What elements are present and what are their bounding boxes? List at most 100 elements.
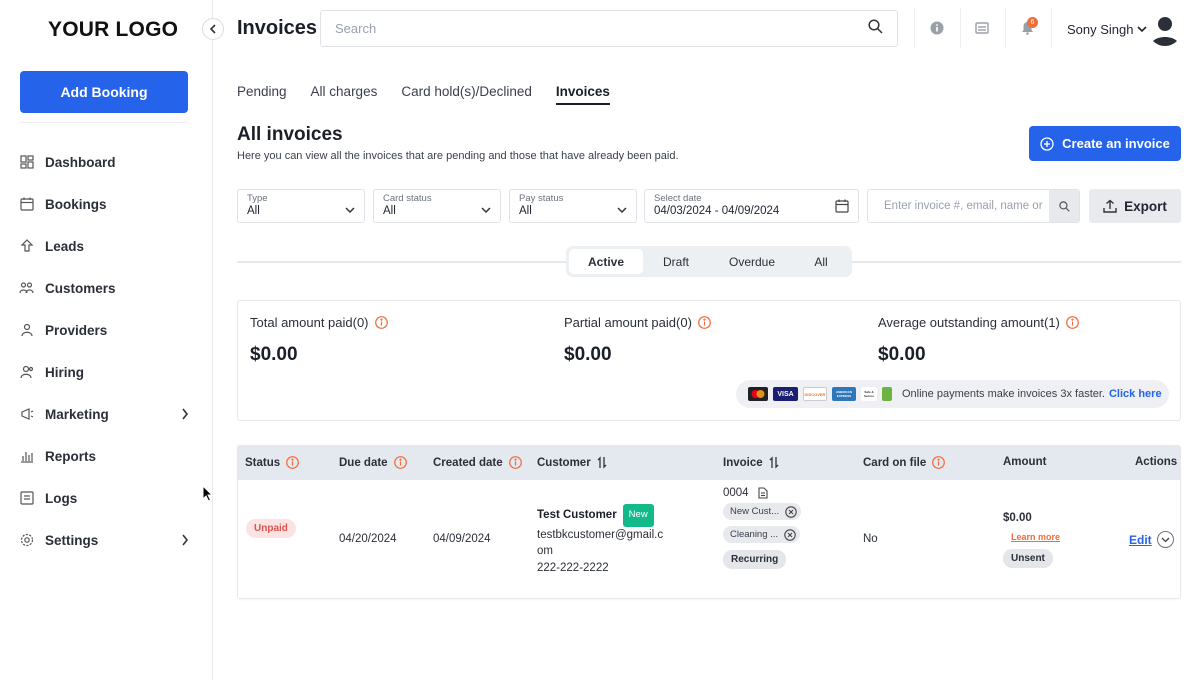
- create-invoice-label: Create an invoice: [1062, 136, 1170, 151]
- summary-card: Total amount paid(0) $0.00 Partial amoun…: [237, 300, 1181, 421]
- filter-label: Type: [247, 193, 268, 204]
- date-range-filter[interactable]: Select date 04/03/2024 - 04/09/2024: [644, 189, 859, 223]
- avg-outstanding-stat: Average outstanding amount(1) $0.00: [878, 315, 1079, 366]
- create-invoice-button[interactable]: Create an invoice: [1029, 126, 1181, 161]
- info-icon[interactable]: [286, 456, 300, 469]
- tab-pending[interactable]: Pending: [237, 84, 287, 105]
- export-button[interactable]: Export: [1089, 189, 1181, 223]
- type-filter[interactable]: Type All: [237, 189, 365, 223]
- customer-email: testbkcustomer@gmail.c: [537, 528, 664, 541]
- segment-all[interactable]: All: [795, 249, 847, 274]
- customers-icon: [19, 281, 34, 296]
- calendar-icon: [19, 197, 34, 212]
- add-booking-button[interactable]: Add Booking: [20, 71, 188, 113]
- info-icon[interactable]: [508, 456, 522, 469]
- column-card-on-file: Card on file: [863, 456, 946, 469]
- user-name: Sony Singh: [1067, 22, 1134, 37]
- segment-overdue[interactable]: Overdue: [709, 249, 795, 274]
- invoice-search[interactable]: [867, 189, 1080, 223]
- info-icon[interactable]: [698, 316, 711, 329]
- click-here-link[interactable]: Click here: [1109, 388, 1162, 400]
- amex-icon: AMERICAN EXPRESS: [832, 387, 856, 401]
- gear-icon: [19, 533, 34, 548]
- segment-draft[interactable]: Draft: [643, 249, 709, 274]
- invoice-tag-chip: New Cust...: [723, 503, 802, 520]
- customer-cell: Test Customer New testbkcustomer@gmail.c…: [537, 504, 667, 576]
- info-icon[interactable]: [374, 316, 388, 329]
- tab-all-charges[interactable]: All charges: [311, 84, 378, 105]
- filter-value: All: [247, 205, 260, 217]
- page-title: Invoices: [237, 17, 318, 39]
- sidebar-item-settings[interactable]: Settings: [0, 519, 213, 561]
- sidebar-item-customers[interactable]: Customers: [0, 267, 213, 309]
- invoice-number-cell[interactable]: 0004: [723, 487, 768, 499]
- invoice-search-input[interactable]: [868, 190, 1050, 222]
- user-menu[interactable]: Sony Singh: [1067, 22, 1147, 37]
- expand-row-button[interactable]: [1157, 531, 1174, 548]
- filter-value: 04/03/2024 - 04/09/2024: [654, 205, 780, 217]
- marketing-icon: [19, 407, 34, 422]
- sidebar-item-label: Marketing: [45, 406, 109, 422]
- column-label: Actions: [1135, 456, 1178, 468]
- sort-icon[interactable]: [769, 456, 779, 469]
- sidebar-item-label: Hiring: [45, 364, 84, 380]
- edit-link[interactable]: Edit: [1129, 533, 1152, 547]
- sidebar-item-label: Settings: [45, 532, 99, 548]
- stat-value: $0.00: [564, 344, 612, 365]
- tab-card-holds[interactable]: Card hold(s)/Declined: [401, 84, 532, 105]
- sidebar-item-leads[interactable]: Leads: [0, 225, 213, 267]
- section-subtitle: Here you can view all the invoices that …: [237, 150, 679, 162]
- filter-label: Card status: [383, 193, 432, 204]
- document-icon[interactable]: [758, 487, 768, 499]
- sidebar-item-marketing[interactable]: Marketing: [0, 393, 213, 435]
- search-icon[interactable]: [868, 18, 883, 39]
- hiring-icon: [19, 365, 34, 380]
- calendar-list-icon[interactable]: [974, 20, 990, 36]
- sidebar-divider: [20, 122, 188, 123]
- status-badge: Unpaid: [246, 519, 296, 538]
- sidebar-item-providers[interactable]: Providers: [0, 309, 213, 351]
- sidebar-item-bookings[interactable]: Bookings: [0, 183, 213, 225]
- collapse-sidebar-button[interactable]: [202, 18, 224, 40]
- chevron-down-icon: [617, 201, 627, 219]
- column-created-date: Created date: [433, 456, 522, 469]
- calendar-icon: [835, 199, 849, 218]
- customer-name-row: Test Customer New: [537, 504, 667, 527]
- sidebar-item-dashboard[interactable]: Dashboard: [0, 141, 213, 183]
- search-icon[interactable]: [1049, 190, 1079, 222]
- sidebar-item-logs[interactable]: Logs: [0, 477, 213, 519]
- card-on-file-cell: No: [863, 533, 878, 545]
- learn-more-link[interactable]: Learn more: [1011, 532, 1060, 542]
- amount-cell: $0.00: [1003, 512, 1032, 524]
- column-label: Customer: [537, 456, 591, 469]
- info-icon[interactable]: [393, 456, 407, 469]
- search-input[interactable]: [335, 21, 868, 36]
- close-circle-icon[interactable]: [785, 505, 797, 518]
- sidebar-item-reports[interactable]: Reports: [0, 435, 213, 477]
- pay-status-filter[interactable]: Pay status All: [509, 189, 637, 223]
- header-divider: [960, 8, 961, 48]
- column-customer[interactable]: Customer: [537, 456, 607, 469]
- new-customer-badge: New: [622, 504, 654, 527]
- close-circle-icon[interactable]: [784, 528, 796, 541]
- info-icon[interactable]: [1065, 316, 1079, 329]
- global-search[interactable]: [320, 10, 898, 47]
- avatar[interactable]: [1148, 12, 1182, 46]
- tab-invoices[interactable]: Invoices: [555, 84, 610, 105]
- card-status-filter[interactable]: Card status All: [373, 189, 501, 223]
- sidebar-item-hiring[interactable]: Hiring: [0, 351, 213, 393]
- filter-value: All: [383, 205, 396, 217]
- notification-badge: 6: [1027, 17, 1038, 28]
- dashboard-icon: [19, 155, 34, 170]
- chevron-down-icon: [1136, 26, 1147, 33]
- info-icon[interactable]: [929, 20, 945, 36]
- column-invoice[interactable]: Invoice: [723, 456, 779, 469]
- segment-active[interactable]: Active: [569, 249, 643, 274]
- discover-icon: DISCOVER: [803, 387, 827, 401]
- sidebar-item-label: Logs: [45, 490, 78, 506]
- chevron-down-icon: [481, 201, 491, 219]
- sort-icon[interactable]: [597, 456, 607, 469]
- customer-name[interactable]: Test Customer: [537, 507, 617, 524]
- info-icon[interactable]: [932, 456, 946, 469]
- section-title: All invoices: [237, 124, 343, 145]
